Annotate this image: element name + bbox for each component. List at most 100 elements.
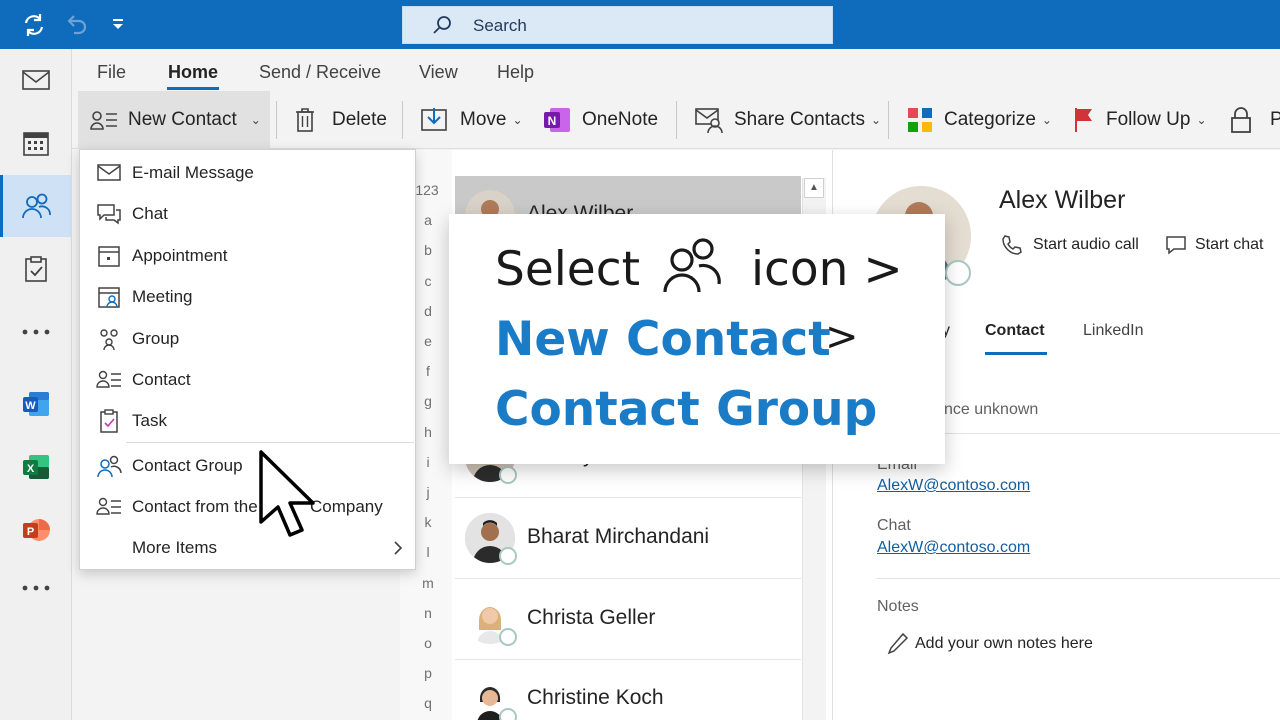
contact-name: Christa Geller	[527, 606, 656, 629]
more-apps-button-2[interactable]	[0, 557, 72, 619]
menu-item-contact-group[interactable]: Contact Group	[80, 446, 415, 486]
onenote-label: OneNote	[582, 109, 659, 130]
excel-icon: X	[23, 455, 49, 479]
ribbon-separator	[276, 101, 277, 139]
tab-file[interactable]: File	[97, 62, 126, 83]
alphabet-letter[interactable]: q	[420, 695, 436, 711]
trash-icon	[296, 108, 314, 132]
calendar-icon	[23, 132, 49, 156]
menu-item-contact-from-company[interactable]: Contact from the Company	[80, 487, 415, 527]
menu-item-contact[interactable]: Contact	[80, 360, 415, 400]
add-notes-button[interactable]: Add your own notes here	[887, 632, 1093, 656]
contact-row[interactable]: Christa Geller	[455, 580, 801, 660]
contact-name: Bharat Mirchandani	[527, 525, 710, 548]
menu-bar: File Home Send / Receive View Help	[72, 49, 1280, 91]
start-audio-call-button[interactable]: Start audio call	[1001, 234, 1139, 256]
alphabet-letter[interactable]: m	[420, 575, 436, 591]
alphabet-letter[interactable]: n	[420, 605, 436, 621]
chevron-down-icon: ⌄	[1041, 113, 1052, 127]
sync-icon[interactable]	[20, 11, 48, 39]
undo-icon[interactable]	[62, 11, 90, 39]
menu-separator	[126, 442, 414, 443]
title-bar: Search	[0, 0, 1280, 49]
tab-send-receive[interactable]: Send / Receive	[259, 62, 381, 83]
word-app-button[interactable]: W	[0, 373, 72, 435]
email-link[interactable]: AlexW@contoso.com	[877, 477, 1030, 495]
menu-item-label: Contact from the	[132, 497, 258, 516]
word-icon: W	[23, 392, 49, 416]
menu-item-label: More Items	[132, 538, 218, 557]
more-icon	[22, 329, 50, 335]
presence-indicator	[499, 547, 517, 565]
powerpoint-app-button[interactable]: P	[0, 499, 72, 561]
contact-row[interactable]: Bharat Mirchandani	[455, 499, 801, 579]
customize-toolbar-icon[interactable]	[104, 11, 132, 39]
menu-item-label: Contact	[132, 370, 191, 389]
onenote-button[interactable]: N OneNote	[542, 91, 658, 149]
divider	[877, 578, 1280, 579]
menu-item-group[interactable]: Group	[80, 319, 415, 359]
alphabet-letter[interactable]: p	[420, 665, 436, 681]
people-app-button[interactable]	[0, 175, 72, 237]
menu-item-label: Group	[132, 329, 180, 348]
follow-up-button[interactable]: Follow Up ⌄	[1072, 91, 1207, 149]
tasks-app-button[interactable]	[0, 238, 72, 300]
search-input[interactable]: Search	[473, 16, 527, 36]
alphabet-letter[interactable]: l	[420, 544, 436, 560]
menu-item-task[interactable]: Task	[80, 401, 415, 441]
tab-linkedin[interactable]: LinkedIn	[1083, 322, 1144, 340]
presence-indicator	[499, 466, 517, 484]
categorize-button[interactable]: Categorize ⌄	[906, 91, 1052, 149]
alphabet-letter[interactable]: d	[420, 303, 436, 319]
tab-help[interactable]: Help	[497, 62, 534, 83]
start-chat-button[interactable]: Start chat	[1165, 234, 1263, 256]
more-apps-button[interactable]	[0, 301, 72, 363]
delete-button[interactable]: Delete	[294, 91, 387, 149]
menu-item-more-items[interactable]: More Items	[80, 528, 415, 568]
active-tab-indicator	[167, 87, 219, 90]
presence-status: nce unknown	[944, 401, 1039, 418]
scroll-up-arrow-icon[interactable]: ▲	[804, 178, 824, 198]
excel-app-button[interactable]: X	[0, 436, 72, 498]
alphabet-letter[interactable]: b	[420, 242, 436, 258]
alphabet-letter[interactable]: f	[420, 363, 436, 379]
menu-item-label: Chat	[132, 204, 168, 223]
move-button[interactable]: Move ⌄	[420, 91, 523, 149]
onenote-icon: N	[544, 108, 570, 132]
menu-item-meeting[interactable]: Meeting	[80, 277, 415, 317]
alphabet-letter[interactable]: 123	[414, 182, 440, 198]
tab-home[interactable]: Home	[168, 62, 218, 83]
alphabet-letter[interactable]: o	[420, 635, 436, 651]
alphabet-letter[interactable]: j	[420, 484, 436, 500]
mail-app-button[interactable]	[0, 49, 72, 111]
new-contact-button[interactable]: New Contact ⌄	[78, 91, 270, 149]
chevron-down-icon: ⌄	[250, 113, 261, 127]
callout-new-contact: New Contact	[495, 312, 831, 367]
tab-view[interactable]: View	[419, 62, 458, 83]
svg-text:X: X	[27, 463, 35, 475]
task-icon	[100, 409, 118, 433]
alphabet-letter[interactable]: e	[420, 333, 436, 349]
calendar-app-button[interactable]	[0, 112, 72, 174]
ribbon-separator	[402, 101, 403, 139]
share-contacts-button[interactable]: Share Contacts ⌄	[694, 91, 881, 149]
alphabet-letter[interactable]: c	[420, 273, 436, 289]
mail-icon	[22, 70, 50, 90]
alphabet-letter[interactable]: k	[420, 514, 436, 530]
contact-card-icon	[96, 370, 121, 388]
menu-item-chat[interactable]: Chat	[80, 194, 415, 234]
contact-row[interactable]: Christine Koch	[455, 660, 801, 720]
search-box[interactable]: Search	[402, 6, 833, 44]
alphabet-letter[interactable]: i	[420, 454, 436, 470]
menu-item-appointment[interactable]: Appointment	[80, 236, 415, 276]
alphabet-letter[interactable]: g	[420, 393, 436, 409]
chat-link[interactable]: AlexW@contoso.com	[877, 539, 1030, 557]
tab-contact[interactable]: Contact	[985, 322, 1045, 340]
alphabet-letter[interactable]: a	[420, 212, 436, 228]
private-button[interactable]: P	[1230, 91, 1280, 149]
categorize-icon	[908, 108, 932, 132]
menu-item-email-message[interactable]: E-mail Message	[80, 153, 415, 193]
categorize-label: Categorize	[944, 109, 1036, 130]
presence-indicator	[499, 628, 517, 646]
alphabet-letter[interactable]: h	[420, 424, 436, 440]
